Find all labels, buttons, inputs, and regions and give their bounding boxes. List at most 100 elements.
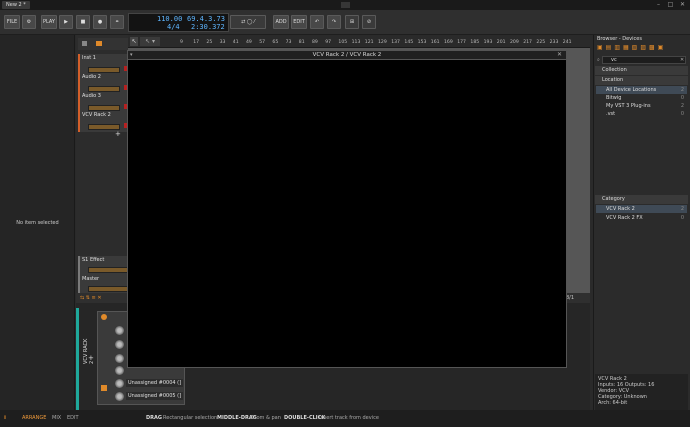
maximize-icon[interactable]: □ <box>667 1 674 8</box>
ruler-tick: 113 <box>351 40 361 45</box>
track-fx[interactable]: S1 Effect <box>78 256 128 277</box>
file-button[interactable]: FILE <box>4 15 20 29</box>
window-close-icon[interactable]: ✕ <box>557 51 562 58</box>
add-button[interactable]: ADD <box>273 15 289 29</box>
param-slot-label: Unassigned #0005 (] <box>126 392 184 400</box>
edit-view-tab[interactable]: EDIT <box>67 410 79 427</box>
device-power-icon[interactable] <box>101 314 107 320</box>
ruler-tick: 233 <box>549 40 559 45</box>
ruler-tick: 89 <box>312 40 318 45</box>
ruler-tick: 97 <box>325 40 332 45</box>
add-track-icon[interactable]: + <box>115 130 121 138</box>
location-vst[interactable]: .vst 0 <box>596 110 687 118</box>
play-icon[interactable]: ▶ <box>59 15 73 29</box>
add-device-icon[interactable]: + <box>88 354 94 362</box>
settings-icon[interactable]: ⚙ <box>22 15 36 29</box>
ruler-tick: 161 <box>430 40 440 45</box>
ruler-tick: 57 <box>259 40 266 45</box>
zoom-level: 8/1 <box>566 295 575 301</box>
ruler-tick: 225 <box>536 40 546 45</box>
location-all[interactable]: All Device Locations 2 <box>596 86 687 94</box>
edit-button[interactable]: EDIT <box>291 15 307 29</box>
ruler-tick: 201 <box>496 40 506 45</box>
ruler-tick: 153 <box>417 40 427 45</box>
info-arch: Arch: 64-bit <box>598 400 628 406</box>
ruler-tick: 105 <box>338 40 348 45</box>
result-vcv-rack-2[interactable]: VCV Rack 22 <box>596 205 687 213</box>
ruler-tick: 25 <box>206 40 213 45</box>
arrange-view-tab[interactable]: ARRANGE <box>22 410 46 427</box>
ruler-tick: 145 <box>404 40 414 45</box>
metronome-icon[interactable]: ⊘ <box>362 15 376 29</box>
window-menu-icon[interactable]: ▾ <box>130 52 133 58</box>
hint-drag-desc: Rectangular selection <box>163 415 218 421</box>
time-value[interactable]: 2:30.372 <box>191 23 225 31</box>
undo-icon[interactable]: ↶ <box>310 15 324 29</box>
track-audio-3[interactable]: Audio 3 <box>78 92 129 113</box>
ruler-tick: 177 <box>457 40 466 45</box>
track-vcv-rack-2[interactable]: VCV Rack 2 <box>78 111 129 132</box>
browser-search-input[interactable]: vc <box>602 56 686 64</box>
loop-controls[interactable]: ⇄ ◯ ⁄ <box>230 15 266 29</box>
vcv-rack-window[interactable] <box>127 50 567 368</box>
ruler-tick: 129 <box>378 40 387 45</box>
ruler-ticks: 9 17 25 33 41 49 57 65 73 81 89 97 105 113 121 129 137 14… <box>0 35 590 48</box>
signature-value[interactable]: 4/4 <box>167 23 180 31</box>
param-knob[interactable] <box>115 340 124 349</box>
hint-middle-drag-desc: Zoom & pan <box>250 415 281 421</box>
param-knob[interactable] <box>115 354 124 363</box>
search-icon: ⌕ <box>597 57 600 63</box>
hint-double-click-desc: Insert track from device <box>319 415 379 421</box>
ruler-tick: 49 <box>246 40 252 45</box>
browser-category-icons[interactable]: ▣▤▥▦▧▨▩▣ <box>597 44 687 52</box>
clear-search-icon[interactable]: ✕ <box>680 57 684 63</box>
ruler-tick: 81 <box>298 40 305 45</box>
bitwig-logo-icon <box>341 2 350 8</box>
ruler-tick: 121 <box>364 40 374 45</box>
transport-display: 110.00 4/4 69.4.3.73 2:30.372 <box>128 13 229 32</box>
ruler-tick: 185 <box>470 40 480 45</box>
ruler-tick: 17 <box>193 40 200 45</box>
status-bar: ⅱ ARRANGE MIX EDIT DRAG Rectangular sele… <box>0 410 690 427</box>
record-icon[interactable]: ● <box>93 15 107 29</box>
ruler-tick: 65 <box>272 40 279 45</box>
hint-drag: DRAG <box>146 415 162 421</box>
track-tools-icon[interactable]: ⇆ ⇅ ≡ ✕ <box>80 295 102 301</box>
track-audio-2[interactable]: Audio 2 <box>78 73 129 94</box>
grid-icon[interactable]: ⊞ <box>345 15 359 29</box>
param-knob[interactable] <box>115 366 124 375</box>
ruler-tick: 209 <box>510 40 519 45</box>
close-icon[interactable]: ✕ <box>679 1 686 8</box>
param-knob[interactable] <box>115 326 124 335</box>
redo-icon[interactable]: ↷ <box>327 15 341 29</box>
minimize-icon[interactable]: – <box>655 1 662 8</box>
automation-icon[interactable]: ⚭ <box>110 15 124 29</box>
mix-view-tab[interactable]: MIX <box>52 410 61 427</box>
collection-header[interactable]: Collection <box>595 66 688 75</box>
position-value[interactable]: 69.4.3.73 <box>187 15 225 23</box>
ruler-tick: 169 <box>444 40 453 45</box>
stop-icon[interactable]: ■ <box>76 15 90 29</box>
ruler-tick: 217 <box>523 40 532 45</box>
ruler-tick: 241 <box>562 40 572 45</box>
location-vst3[interactable]: My VST 3 Plug-ins 2 <box>596 102 687 110</box>
vcv-window-title: VCV Rack 2 / VCV Rack 2 <box>127 50 567 60</box>
location-bitwig[interactable]: Bitwig 0 <box>596 94 687 102</box>
ruler-tick: 33 <box>219 40 226 45</box>
param-knob[interactable] <box>115 392 124 401</box>
ruler-tick: 73 <box>285 40 292 45</box>
ruler-tick: 137 <box>391 40 400 45</box>
device-window-icon[interactable] <box>101 385 107 391</box>
ruler-tick: 41 <box>232 40 239 45</box>
location-header[interactable]: Location <box>595 76 688 85</box>
browser-title: Browser - Devices <box>597 36 642 42</box>
param-knob[interactable] <box>115 379 124 388</box>
tempo-value[interactable]: 110.00 <box>157 15 182 23</box>
device-track-color <box>76 308 79 410</box>
category-header[interactable]: Category <box>595 195 688 204</box>
result-vcv-rack-2-fx[interactable]: VCV Rack 2 FX 0 <box>596 214 687 222</box>
track-inst-1[interactable]: Inst 1 <box>78 54 129 75</box>
play-menu-button[interactable]: PLAY <box>41 15 57 29</box>
project-tab[interactable]: New 2 * <box>2 1 30 9</box>
status-icon[interactable]: ⅱ <box>4 410 6 427</box>
